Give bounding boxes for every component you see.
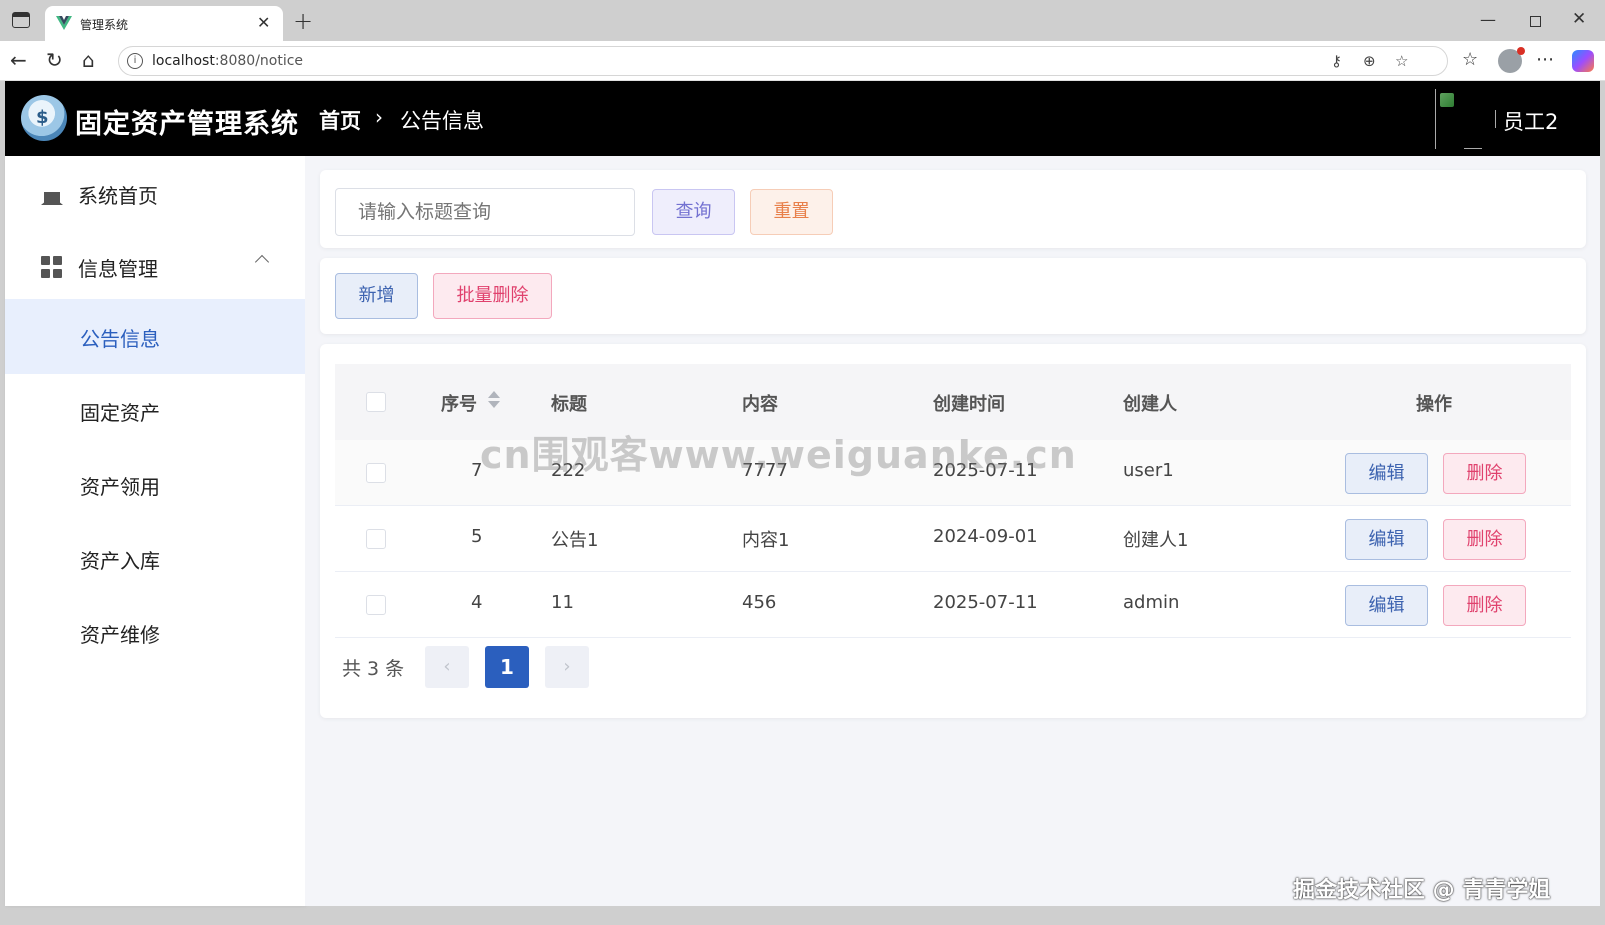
search-card: 查询 重置 xyxy=(320,170,1586,248)
row-checkbox[interactable] xyxy=(366,463,386,483)
main-content: 查询 重置 新增 批量删除 序号 标题 内容 创建时间 创建人 操作 7 222… xyxy=(305,156,1600,906)
tab-actions-icon[interactable] xyxy=(12,12,30,28)
sidebar-item-label: 资产入库 xyxy=(80,549,160,573)
site-info-icon[interactable]: i xyxy=(127,53,143,69)
reset-button[interactable]: 重置 xyxy=(750,189,833,235)
sidebar-group-info[interactable]: 信息管理 xyxy=(5,229,305,304)
cell-id: 5 xyxy=(471,526,483,547)
pagination-total: 共 3 条 xyxy=(342,658,405,680)
batch-delete-button[interactable]: 批量删除 xyxy=(433,273,552,319)
cell-time: 2024-09-01 xyxy=(933,526,1038,547)
table-row: 5 公告1 内容1 2024-09-01 创建人1 编辑 删除 xyxy=(335,506,1571,572)
vue-logo-icon xyxy=(56,16,72,30)
sidebar-item-label: 系统首页 xyxy=(78,184,158,208)
maximize-icon[interactable] xyxy=(1530,16,1541,27)
column-header-time: 创建时间 xyxy=(933,394,1005,415)
avatar[interactable] xyxy=(1435,89,1491,149)
copilot-icon[interactable] xyxy=(1572,50,1594,72)
favorite-star-icon[interactable]: ☆ xyxy=(1395,52,1408,70)
add-button[interactable]: 新增 xyxy=(335,273,418,319)
table-row: 4 11 456 2025-07-11 admin 编辑 删除 xyxy=(335,572,1571,638)
address-bar: ← ↻ ⌂ i localhost:8080/notice ⚷ ⊕ ☆ ☆ ⋯ xyxy=(0,41,1605,81)
sidebar-item-label: 公告信息 xyxy=(80,327,160,351)
search-input[interactable] xyxy=(335,188,635,236)
sidebar-item-asset-use[interactable]: 资产领用 xyxy=(5,447,305,522)
column-header-id: 序号 xyxy=(441,394,477,415)
row-checkbox[interactable] xyxy=(366,595,386,615)
actions-card: 新增 批量删除 xyxy=(320,258,1586,334)
sidebar-group-label: 信息管理 xyxy=(78,257,158,281)
new-tab-icon[interactable]: + xyxy=(293,7,313,35)
back-icon[interactable]: ← xyxy=(10,48,27,72)
edit-button[interactable]: 编辑 xyxy=(1345,519,1428,560)
home-icon xyxy=(41,183,63,205)
table-card: 序号 标题 内容 创建时间 创建人 操作 7 222 7777 2025-07-… xyxy=(320,344,1586,718)
cell-creator: admin xyxy=(1123,592,1180,613)
prev-page-button[interactable]: ‹ xyxy=(425,646,469,688)
cell-title: 公告1 xyxy=(551,530,599,551)
favorites-icon[interactable]: ☆ xyxy=(1462,49,1478,70)
credit-watermark: 掘金技术社区 @ 青青学姐 xyxy=(1293,878,1551,903)
url-text: localhost:8080/notice xyxy=(152,53,304,69)
cell-creator: user1 xyxy=(1123,460,1174,481)
sidebar-item-label: 资产领用 xyxy=(80,475,160,499)
next-page-button[interactable]: › xyxy=(545,646,589,688)
breadcrumb-separator-icon: › xyxy=(375,105,383,129)
app-title: 固定资产管理系统 xyxy=(75,109,299,140)
row-checkbox[interactable] xyxy=(366,529,386,549)
page-1-button[interactable]: 1 xyxy=(485,646,529,688)
key-icon[interactable]: ⚷ xyxy=(1331,52,1342,70)
column-header-creator: 创建人 xyxy=(1123,394,1177,415)
sidebar-item-notice[interactable]: 公告信息 xyxy=(5,299,305,374)
home-button-icon[interactable]: ⌂ xyxy=(82,48,95,72)
chevron-up-icon[interactable] xyxy=(254,254,270,270)
edit-button[interactable]: 编辑 xyxy=(1345,453,1428,494)
sidebar-item-label: 资产维修 xyxy=(80,623,160,647)
sidebar-item-asset-repair[interactable]: 资产维修 xyxy=(5,595,305,670)
tab-title: 管理系统 xyxy=(80,18,129,32)
select-all-checkbox[interactable] xyxy=(366,392,386,412)
delete-button[interactable]: 删除 xyxy=(1443,585,1526,626)
cell-time: 2025-07-11 xyxy=(933,592,1038,613)
sidebar-item-label: 固定资产 xyxy=(80,401,160,425)
breadcrumb-current: 公告信息 xyxy=(400,109,484,133)
sort-icon[interactable] xyxy=(487,391,501,411)
reload-icon[interactable]: ↻ xyxy=(46,48,63,72)
window-close-icon[interactable]: ✕ xyxy=(1572,9,1586,29)
cell-content: 456 xyxy=(742,592,777,613)
browser-tab-bar: 管理系统 ✕ + — ✕ xyxy=(0,0,1605,41)
divider xyxy=(1495,110,1496,128)
app-header: $ 固定资产管理系统 首页 › 公告信息 员工2 xyxy=(5,81,1600,156)
column-header-actions: 操作 xyxy=(1416,394,1452,415)
watermark: cn围观客www.weiguanke.cn xyxy=(480,433,1077,477)
browser-tab[interactable]: 管理系统 ✕ xyxy=(45,6,283,41)
minimize-icon[interactable]: — xyxy=(1480,10,1496,29)
query-button[interactable]: 查询 xyxy=(652,189,735,235)
breadcrumb-home[interactable]: 首页 xyxy=(319,105,361,135)
grid-icon xyxy=(41,256,63,278)
cell-title: 11 xyxy=(551,592,574,613)
cell-creator: 创建人1 xyxy=(1123,530,1189,551)
column-header-title: 标题 xyxy=(551,394,587,415)
column-header-content: 内容 xyxy=(742,394,778,415)
sidebar-item-asset-stock[interactable]: 资产入库 xyxy=(5,521,305,596)
money-bag-logo-icon: $ xyxy=(21,95,67,141)
delete-button[interactable]: 删除 xyxy=(1443,453,1526,494)
delete-button[interactable]: 删除 xyxy=(1443,519,1526,560)
sidebar-item-home[interactable]: 系统首页 xyxy=(5,156,305,231)
edit-button[interactable]: 编辑 xyxy=(1345,585,1428,626)
url-field[interactable]: i localhost:8080/notice ⚷ ⊕ ☆ xyxy=(118,46,1448,76)
user-name[interactable]: 员工2 xyxy=(1503,106,1558,136)
cell-id: 4 xyxy=(471,592,483,613)
cell-content: 内容1 xyxy=(742,530,790,551)
profile-icon[interactable] xyxy=(1498,47,1525,73)
tab-close-icon[interactable]: ✕ xyxy=(257,13,270,32)
more-menu-icon[interactable]: ⋯ xyxy=(1536,49,1554,70)
sidebar: 系统首页 信息管理 公告信息 固定资产 资产领用 资产入库 资产维修 xyxy=(5,156,305,906)
sidebar-item-fixed-assets[interactable]: 固定资产 xyxy=(5,373,305,448)
zoom-icon[interactable]: ⊕ xyxy=(1363,52,1376,70)
